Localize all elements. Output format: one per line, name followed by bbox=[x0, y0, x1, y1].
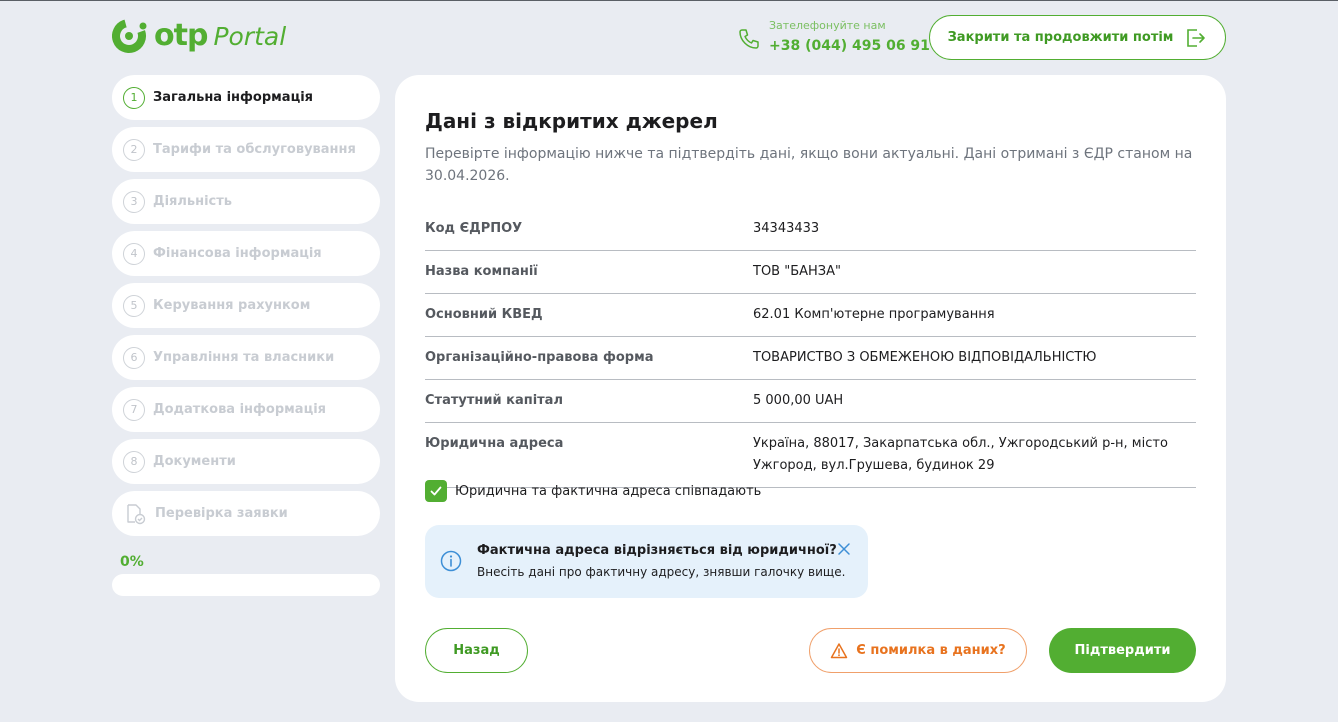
progress-percent: 0% bbox=[120, 554, 144, 570]
step-additional-info[interactable]: 7 Додаткова інформація bbox=[112, 387, 380, 432]
close-continue-later-button[interactable]: Закрити та продовжити потім bbox=[929, 15, 1226, 60]
steps-sidebar: 1 Загальна інформація 2 Тарифи та обслуг… bbox=[112, 75, 380, 596]
step-label: Фінансова інформація bbox=[153, 246, 322, 261]
step-number: 5 bbox=[123, 294, 145, 317]
step-number: 1 bbox=[123, 86, 145, 109]
phone-number[interactable]: +38 (044) 495 06 91 bbox=[769, 36, 930, 56]
step-account-management[interactable]: 5 Керування рахунком bbox=[112, 283, 380, 328]
step-number: 3 bbox=[123, 190, 145, 213]
step-label: Загальна інформація bbox=[153, 90, 314, 105]
confirm-button[interactable]: Підтвердити bbox=[1049, 628, 1196, 673]
step-label: Документи bbox=[153, 454, 236, 469]
close-icon[interactable] bbox=[837, 542, 851, 556]
step-activity[interactable]: 3 Діяльність bbox=[112, 179, 380, 224]
logout-icon bbox=[1187, 28, 1206, 47]
table-row: Юридична адреса Україна, 88017, Закарпат… bbox=[425, 423, 1196, 488]
table-row: Організаційно-правова форма ТОВАРИСТВО З… bbox=[425, 337, 1196, 380]
step-number: 2 bbox=[123, 138, 145, 161]
info-icon bbox=[440, 550, 462, 572]
step-application-review[interactable]: Перевірка заявки bbox=[112, 491, 380, 536]
logo-subtitle: Portal bbox=[213, 21, 287, 51]
otp-portal-logo[interactable]: otp Portal bbox=[112, 18, 286, 54]
back-button-label: Назад bbox=[453, 643, 500, 658]
notice-text: Внесіть дані про фактичну адресу, знявши… bbox=[477, 565, 846, 579]
top-border bbox=[0, 0, 1338, 1]
row-value: Україна, 88017, Закарпатська обл., Ужгор… bbox=[753, 436, 1168, 473]
row-value: 62.01 Комп'ютерне програмування bbox=[753, 307, 995, 322]
phone-label: Зателефонуйте нам bbox=[769, 19, 886, 32]
table-row: Основний КВЕД 62.01 Комп'ютерне програму… bbox=[425, 294, 1196, 337]
step-financial-info[interactable]: 4 Фінансова інформація bbox=[112, 231, 380, 276]
row-value: ТОВАРИСТВО З ОБМЕЖЕНОЮ ВІДПОВІДАЛЬНІСТЮ bbox=[753, 350, 1097, 365]
page-title: Дані з відкритих джерел bbox=[425, 109, 718, 133]
logo-text: otp bbox=[154, 18, 208, 53]
step-label: Тарифи та обслуговування bbox=[153, 142, 356, 157]
step-label: Додаткова інформація bbox=[153, 402, 327, 417]
phone-contact[interactable]: Зателефонуйте нам +38 (044) 495 06 91 bbox=[737, 19, 930, 56]
main-card: Дані з відкритих джерел Перевірте інформ… bbox=[395, 75, 1226, 702]
step-label: Управління та власники bbox=[153, 350, 335, 365]
address-match-checkbox[interactable]: Юридична та фактична адреса співпадають bbox=[425, 480, 761, 502]
step-label: Перевірка заявки bbox=[155, 506, 288, 521]
phone-icon bbox=[739, 28, 759, 49]
step-label: Діяльність bbox=[153, 194, 233, 209]
step-documents[interactable]: 8 Документи bbox=[112, 439, 380, 484]
notice-title: Фактична адреса відрізняється від юридич… bbox=[477, 543, 837, 558]
row-key: Назва компанії bbox=[425, 264, 538, 279]
report-error-button[interactable]: Є помилка в даних? bbox=[809, 628, 1027, 673]
step-number: 6 bbox=[123, 346, 145, 369]
step-number: 8 bbox=[123, 450, 145, 473]
step-number: 4 bbox=[123, 242, 145, 265]
otp-logo-icon bbox=[112, 19, 147, 53]
checkbox-box[interactable] bbox=[425, 480, 447, 502]
row-key: Основний КВЕД bbox=[425, 307, 543, 322]
company-info-table: Код ЄДРПОУ 34343433 Назва компанії ТОВ "… bbox=[425, 208, 1196, 488]
row-value: 34343433 bbox=[753, 221, 820, 236]
checkbox-label: Юридична та фактична адреса співпадають bbox=[455, 483, 762, 499]
table-row: Назва компанії ТОВ "БАНЗА" bbox=[425, 251, 1196, 294]
row-key: Юридична адреса bbox=[425, 436, 564, 451]
table-row: Статутний капітал 5 000,00 UAH bbox=[425, 380, 1196, 423]
step-general-info[interactable]: 1 Загальна інформація bbox=[112, 75, 380, 120]
step-number: 7 bbox=[123, 398, 145, 421]
row-value: ТОВ "БАНЗА" bbox=[753, 264, 841, 279]
warning-icon bbox=[831, 642, 848, 658]
table-row: Код ЄДРПОУ 34343433 bbox=[425, 208, 1196, 251]
back-button[interactable]: Назад bbox=[425, 628, 528, 673]
confirm-button-label: Підтвердити bbox=[1074, 643, 1171, 658]
step-tariffs[interactable]: 2 Тарифи та обслуговування bbox=[112, 127, 380, 172]
report-error-label: Є помилка в даних? bbox=[856, 643, 1006, 658]
row-key: Статутний капітал bbox=[425, 393, 563, 408]
close-button-label: Закрити та продовжити потім bbox=[947, 30, 1174, 45]
info-notice: Фактична адреса відрізняється від юридич… bbox=[425, 525, 868, 598]
checkmark-icon bbox=[430, 486, 442, 496]
row-key: Організаційно-правова форма bbox=[425, 350, 654, 365]
document-check-icon bbox=[127, 503, 146, 524]
step-management-owners[interactable]: 6 Управління та власники bbox=[112, 335, 380, 380]
progress-bar bbox=[112, 574, 380, 596]
row-key: Код ЄДРПОУ bbox=[425, 221, 523, 236]
step-label: Керування рахунком bbox=[153, 298, 311, 313]
page-description: Перевірте інформацію нижче та підтвердіт… bbox=[425, 146, 1193, 184]
row-value: 5 000,00 UAH bbox=[753, 393, 844, 408]
